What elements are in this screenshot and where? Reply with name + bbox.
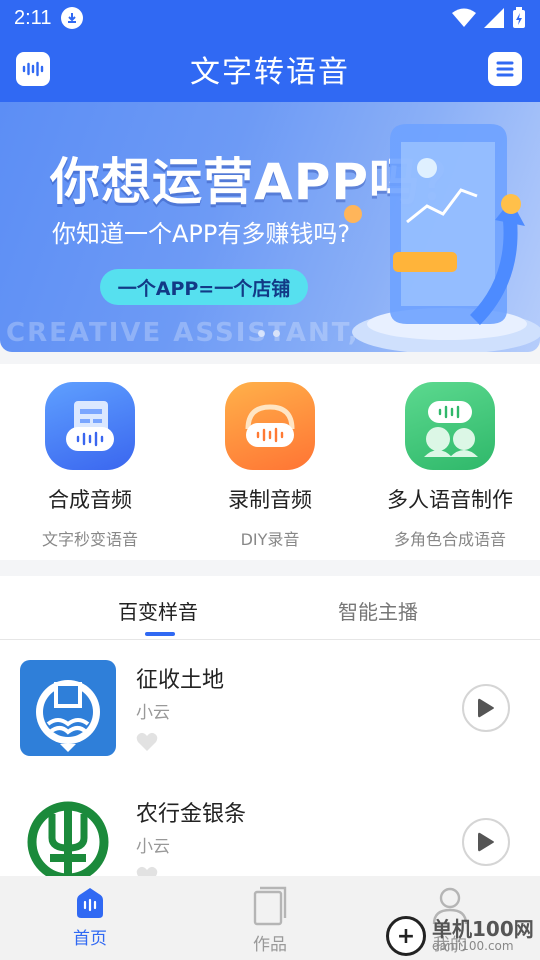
site-watermark: + 单机100网 danji100.com bbox=[386, 912, 540, 960]
tax-emblem-icon bbox=[20, 660, 116, 756]
feature-subtitle: 文字秒变语音 bbox=[41, 530, 138, 549]
carousel-dots bbox=[258, 330, 280, 337]
feature-record-audio[interactable]: 录制音频 DIY录音 bbox=[180, 364, 360, 560]
tab-smart-anchor[interactable]: 智能主播 bbox=[338, 596, 418, 625]
status-bar: 2:11 bbox=[0, 0, 540, 36]
chat-people-icon bbox=[405, 382, 495, 470]
play-icon bbox=[478, 832, 494, 852]
phone-illustration-icon bbox=[344, 124, 540, 352]
tab-indicator bbox=[145, 632, 175, 636]
heart-icon[interactable] bbox=[136, 732, 158, 752]
feature-synthesize-audio[interactable]: 合成音频 文字秒变语音 bbox=[0, 364, 180, 560]
wifi-icon bbox=[452, 8, 476, 27]
list-item[interactable]: 征收土地 小云 bbox=[0, 640, 540, 774]
item-author: 小云 bbox=[136, 703, 170, 723]
banner-pill[interactable]: 一个APP=一个店铺 bbox=[100, 269, 308, 305]
feature-title: 多人语音制作 bbox=[387, 488, 513, 512]
menu-icon[interactable] bbox=[488, 52, 522, 86]
watermark-brand: 单机100网 bbox=[432, 917, 534, 942]
document-audio-icon bbox=[45, 382, 135, 470]
nav-label: 首页 bbox=[73, 929, 107, 949]
list-item[interactable]: 农行金银条 小云 bbox=[0, 774, 540, 876]
book-icon bbox=[253, 886, 287, 926]
home-icon bbox=[77, 888, 103, 918]
tab-voice-samples[interactable]: 百变样音 bbox=[118, 596, 198, 625]
recorder-icon bbox=[225, 382, 315, 470]
feature-title: 合成音频 bbox=[48, 488, 132, 512]
tab-bar: 百变样音 智能主播 bbox=[0, 576, 540, 640]
nav-label: 作品 bbox=[253, 935, 287, 955]
feature-title: 录制音频 bbox=[228, 488, 312, 512]
download-icon bbox=[61, 7, 84, 29]
play-button[interactable] bbox=[462, 818, 510, 866]
feature-grid: 合成音频 文字秒变语音 录制音频 DIY录音 多人语音制作 多角色合成语音 bbox=[0, 364, 540, 560]
banner-subline: 你知道一个APP有多赚钱吗? bbox=[52, 220, 351, 248]
item-title: 征收土地 bbox=[136, 668, 225, 693]
carousel-dot-active[interactable] bbox=[273, 330, 280, 337]
feature-subtitle: DIY录音 bbox=[240, 530, 300, 549]
watermark-logo-icon: + bbox=[386, 916, 426, 956]
page-title: 文字转语音 bbox=[190, 55, 350, 90]
nav-home[interactable]: 首页 bbox=[0, 876, 180, 960]
abc-bank-logo bbox=[20, 794, 116, 876]
voice-list: 征收土地 小云 农行金银条 小云 bbox=[0, 640, 540, 876]
item-author: 小云 bbox=[136, 837, 170, 857]
app-header: 文字转语音 bbox=[0, 36, 540, 102]
watermark-url: danji100.com bbox=[432, 939, 514, 954]
voice-wave-icon[interactable] bbox=[16, 52, 50, 86]
feature-multi-voice[interactable]: 多人语音制作 多角色合成语音 bbox=[360, 364, 540, 560]
carousel-dot[interactable] bbox=[258, 330, 265, 337]
item-title: 农行金银条 bbox=[136, 802, 247, 827]
play-icon bbox=[478, 698, 494, 718]
promo-banner[interactable]: CREATIVE ASSISTANT, SAVE TI 你想运营APP吗？ 你知… bbox=[0, 102, 540, 352]
battery-icon bbox=[513, 7, 525, 28]
status-time: 2:11 bbox=[14, 6, 52, 29]
play-button[interactable] bbox=[462, 684, 510, 732]
feature-subtitle: 多角色合成语音 bbox=[393, 530, 506, 549]
signal-icon bbox=[484, 8, 504, 28]
nav-works[interactable]: 作品 bbox=[180, 876, 360, 960]
heart-icon[interactable] bbox=[136, 866, 158, 876]
